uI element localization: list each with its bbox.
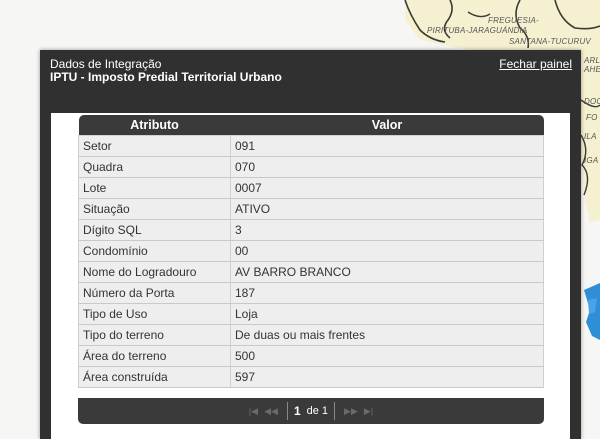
panel-header: Dados de Integração IPTU - Imposto Predi… [40, 50, 581, 113]
map-label-fo: FO [586, 113, 598, 122]
table-header-row: Atributo Valor [78, 115, 544, 136]
panel-body: Atributo Valor Setor 091 Quadra 070 Lote 0007… [51, 113, 570, 439]
attribute-cell: Tipo de Uso [78, 303, 231, 325]
value-cell: 00 [230, 240, 544, 262]
table-row[interactable]: Condomínio 00 [78, 240, 544, 262]
pager-separator [334, 402, 336, 420]
table-row[interactable]: Lote 0007 [78, 177, 544, 199]
table-row[interactable]: Dígito SQL 3 [78, 219, 544, 241]
value-cell: Loja [230, 303, 544, 325]
close-panel-link[interactable]: Fechar painel [499, 57, 572, 71]
table-row[interactable]: Tipo do terreno De duas ou mais frentes [78, 324, 544, 346]
attributes-table: Atributo Valor Setor 091 Quadra 070 Lote 0007… [78, 115, 544, 388]
attribute-cell: Quadra [78, 156, 231, 178]
attribute-cell: Nome do Logradouro [78, 261, 231, 283]
last-page-icon[interactable]: ▶| [364, 406, 373, 417]
map-label-freguesia: FREGUESIA- [488, 16, 539, 25]
next-page-icon[interactable]: ▶▶ [344, 406, 358, 417]
map-label-ila: ILA [584, 132, 597, 141]
table-row[interactable]: Número da Porta 187 [78, 282, 544, 304]
table-body: Setor 091 Quadra 070 Lote 0007 Situação ATIVO Dí… [78, 135, 544, 388]
map-label-santana: SANTANA-TUCURUV [509, 37, 591, 46]
value-cell: 500 [230, 345, 544, 367]
value-cell: AV BARRO BRANCO [230, 261, 544, 283]
attribute-cell: Setor [78, 135, 231, 157]
map-label-arl: ARL [584, 56, 600, 65]
map-label-ahe: AHE [584, 65, 600, 74]
panel-subtitle: Dados de Integração [50, 57, 162, 71]
current-page-number[interactable]: 1 [294, 404, 301, 418]
table-row[interactable]: Área do terreno 500 [78, 345, 544, 367]
table-row[interactable]: Setor 091 [78, 135, 544, 157]
value-cell: De duas ou mais frentes [230, 324, 544, 346]
attribute-cell: Área construída [78, 366, 231, 388]
map-label-iga: IGA [584, 156, 599, 165]
value-cell: 070 [230, 156, 544, 178]
pagination-bar: |◀ ◀◀ 1 de 1 ▶▶ ▶| [78, 398, 544, 424]
attribute-cell: Lote [78, 177, 231, 199]
attribute-cell: Dígito SQL [78, 219, 231, 241]
page-total-text: de 1 [306, 405, 329, 417]
integration-panel: Dados de Integração IPTU - Imposto Predi… [40, 50, 581, 439]
map-label-doc: DOC [584, 97, 600, 106]
column-header-value[interactable]: Valor [230, 115, 544, 136]
value-cell: ATIVO [230, 198, 544, 220]
attribute-cell: Condomínio [78, 240, 231, 262]
prev-page-icon[interactable]: ◀◀ [264, 406, 278, 417]
attribute-cell: Área do terreno [78, 345, 231, 367]
value-cell: 3 [230, 219, 544, 241]
table-row[interactable]: Quadra 070 [78, 156, 544, 178]
first-page-icon[interactable]: |◀ [249, 406, 258, 417]
pager-separator [286, 402, 288, 420]
attribute-cell: Número da Porta [78, 282, 231, 304]
value-cell: 187 [230, 282, 544, 304]
column-header-attribute[interactable]: Atributo [78, 115, 231, 136]
table-row[interactable]: Tipo de Uso Loja [78, 303, 544, 325]
value-cell: 597 [230, 366, 544, 388]
value-cell: 0007 [230, 177, 544, 199]
panel-title: IPTU - Imposto Predial Territorial Urban… [50, 70, 282, 84]
attribute-cell: Tipo do terreno [78, 324, 231, 346]
map-label-pirituba: PIRITUBA-JARAGUÁNDIA [427, 26, 528, 35]
table-row[interactable]: Área construída 597 [78, 366, 544, 388]
table-row[interactable]: Situação ATIVO [78, 198, 544, 220]
table-row[interactable]: Nome do Logradouro AV BARRO BRANCO [78, 261, 544, 283]
attribute-cell: Situação [78, 198, 231, 220]
value-cell: 091 [230, 135, 544, 157]
